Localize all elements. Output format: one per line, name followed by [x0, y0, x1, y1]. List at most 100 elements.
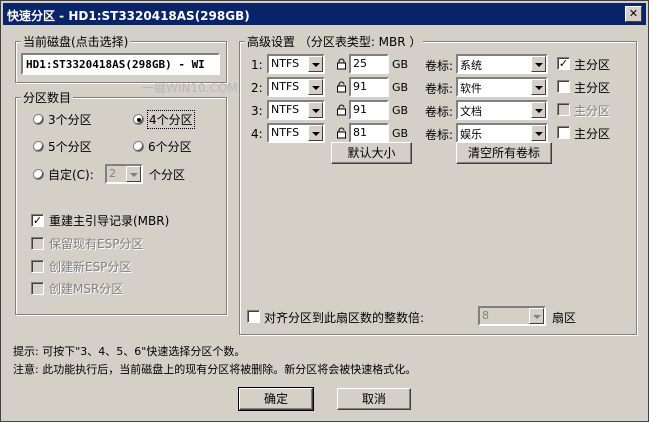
row-1-size-input[interactable]: 25	[349, 54, 389, 74]
row-3-vol-label: 卷标:	[425, 105, 454, 119]
row-4-fs-value: NTFS	[271, 126, 300, 139]
row-3-number: 3:	[251, 104, 263, 118]
row-2-primary-checkbox[interactable]	[557, 80, 570, 93]
row-4-number: 4:	[251, 127, 263, 141]
chevron-down-icon[interactable]	[531, 56, 546, 72]
align-sector-select[interactable]: 8	[478, 306, 546, 326]
create-msr-label: 创建MSR分区	[49, 282, 124, 296]
cancel-button[interactable]: 取消	[337, 388, 411, 410]
radio-3-partitions[interactable]	[33, 114, 44, 125]
ok-button[interactable]: 确定	[238, 387, 314, 411]
row-4-size-value: 81	[353, 126, 367, 139]
create-esp-checkbox[interactable]	[31, 260, 44, 273]
custom-count-value: 2	[109, 167, 116, 180]
row-2-number: 2:	[251, 81, 263, 95]
row-3-volume-select[interactable]: 文档	[456, 100, 548, 120]
advanced-group-legend: 高级设置 （分区表类型: MBR ）	[245, 33, 424, 50]
row-1-fs-select[interactable]: NTFS	[267, 54, 325, 74]
row-1-primary-checkbox[interactable]: ✓	[557, 57, 570, 70]
row-2-size-input[interactable]: 91	[349, 77, 389, 97]
custom-count-select[interactable]: 2	[105, 164, 143, 184]
dialog-window: 快速分区 - HD1:ST3320418AS(298GB) ✕ 当前磁盘(点击选…	[0, 0, 649, 422]
align-sector-value: 8	[482, 309, 489, 322]
radio-5-partitions[interactable]	[33, 141, 44, 152]
close-button[interactable]: ✕	[625, 6, 642, 22]
warning-text: 注意: 此功能执行后，当前磁盘上的现有分区将被删除。新分区将会被快速格式化。	[13, 363, 417, 376]
create-esp-label: 创建新ESP分区	[49, 260, 132, 274]
row-2-vol-label: 卷标:	[425, 82, 454, 96]
chevron-down-icon[interactable]	[531, 79, 546, 95]
disk-selector-value: HD1:ST3320418AS(298GB) - WI	[26, 58, 205, 71]
row-3-fs-select[interactable]: NTFS	[267, 100, 325, 120]
row-4-volume-select[interactable]: 娱乐	[456, 123, 548, 143]
row-1-vol-label: 卷标:	[425, 59, 454, 73]
radio-3-label: 3个分区	[48, 113, 92, 127]
keep-esp-label: 保留现有ESP分区	[49, 237, 144, 251]
row-2-fs-select[interactable]: NTFS	[267, 77, 325, 97]
clear-labels-button[interactable]: 清空所有卷标	[456, 142, 552, 164]
row-1-primary-label: 主分区	[574, 58, 611, 72]
radio-5-label: 5个分区	[48, 140, 92, 154]
row-3-unit: GB	[392, 104, 409, 117]
row-4-size-input[interactable]: 81	[349, 123, 389, 143]
row-2-unit: GB	[392, 81, 409, 94]
lock-open-icon[interactable]	[336, 104, 347, 116]
lock-open-icon[interactable]	[336, 127, 347, 139]
chevron-down-icon[interactable]	[529, 308, 544, 324]
row-4-vol-label: 卷标:	[425, 128, 454, 142]
radio-6-label: 6个分区	[148, 140, 192, 154]
row-1-unit: GB	[392, 58, 409, 71]
row-4-primary-checkbox[interactable]	[557, 126, 570, 139]
chevron-down-icon[interactable]	[531, 102, 546, 118]
row-3-primary-checkbox[interactable]	[557, 103, 570, 116]
row-3-size-input[interactable]: 91	[349, 100, 389, 120]
window-title: 快速分区 - HD1:ST3320418AS(298GB)	[7, 9, 250, 23]
count-group-legend: 分区数目	[21, 89, 74, 106]
row-3-fs-value: NTFS	[271, 103, 300, 116]
disk-selector[interactable]: HD1:ST3320418AS(298GB) - WI	[21, 53, 220, 75]
row-4-volume-value: 娱乐	[460, 128, 482, 141]
chevron-down-icon[interactable]	[308, 102, 323, 118]
row-3-primary-label: 主分区	[574, 104, 611, 118]
row-1-volume-value: 系统	[460, 59, 482, 72]
row-2-primary-label: 主分区	[574, 81, 611, 95]
row-4-fs-select[interactable]: NTFS	[267, 123, 325, 143]
lock-closed-icon[interactable]	[336, 58, 347, 70]
keep-esp-checkbox[interactable]	[31, 237, 44, 250]
rebuild-mbr-checkbox[interactable]: ✓	[31, 214, 44, 227]
row-3-volume-value: 文档	[460, 105, 482, 118]
chevron-down-icon[interactable]	[126, 166, 141, 182]
chevron-down-icon[interactable]	[308, 125, 323, 141]
align-label: 对齐分区到此扇区数的整数倍:	[264, 311, 425, 325]
row-3-size-value: 91	[353, 103, 367, 116]
row-2-size-value: 91	[353, 80, 367, 93]
align-unit: 扇区	[552, 311, 577, 325]
chevron-down-icon[interactable]	[308, 79, 323, 95]
tip-text: 提示: 可按下"3、4、5、6"快速选择分区个数。	[13, 345, 246, 358]
row-1-fs-value: NTFS	[271, 57, 300, 70]
create-msr-checkbox[interactable]	[31, 282, 44, 295]
radio-4-label: 4个分区	[147, 110, 195, 129]
default-size-button[interactable]: 默认大小	[331, 142, 412, 164]
row-4-unit: GB	[392, 127, 409, 140]
radio-custom-label: 自定(C):	[48, 168, 94, 182]
watermark-text: 一键WIN10.COM	[142, 81, 238, 95]
disk-group-legend: 当前磁盘(点击选择)	[21, 33, 131, 50]
row-1-number: 1:	[251, 58, 263, 72]
chevron-down-icon[interactable]	[308, 56, 323, 72]
row-4-primary-label: 主分区	[574, 127, 611, 141]
radio-custom[interactable]	[33, 169, 44, 180]
align-checkbox[interactable]	[247, 310, 260, 323]
custom-count-suffix: 个分区	[149, 168, 186, 182]
row-2-volume-value: 软件	[460, 82, 482, 95]
row-2-volume-select[interactable]: 软件	[456, 77, 548, 97]
rebuild-mbr-label: 重建主引导记录(MBR)	[49, 214, 170, 228]
row-1-size-value: 25	[353, 57, 367, 70]
title-bar[interactable]: 快速分区 - HD1:ST3320418AS(298GB) ✕	[3, 3, 646, 25]
radio-6-partitions[interactable]	[133, 141, 144, 152]
chevron-down-icon[interactable]	[531, 125, 546, 141]
lock-open-icon[interactable]	[336, 81, 347, 93]
row-2-fs-value: NTFS	[271, 80, 300, 93]
row-1-volume-select[interactable]: 系统	[456, 54, 548, 74]
radio-4-partitions[interactable]	[133, 114, 144, 125]
